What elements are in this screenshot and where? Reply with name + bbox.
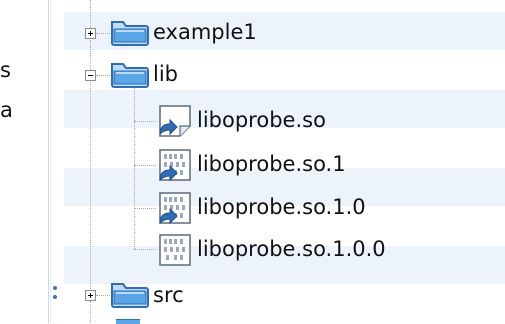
tree-row-partial [64,315,505,324]
tree-guide-line [134,208,156,209]
tree-item-label[interactable]: liboprobe.so.1.0.0 [197,236,386,262]
tree-guide-line [90,82,91,289]
expand-button[interactable] [85,28,96,39]
tree-item-label[interactable]: liboprobe.so.1.0 [197,194,366,220]
tree-guide-line [134,165,156,166]
folder-open-icon [111,63,149,88]
tree-guide-line [90,40,91,70]
binary-file-icon [159,234,191,266]
tree-guide-line [134,88,135,249]
tree-guide-line [90,0,91,28]
tree-item-label[interactable]: src [153,282,184,308]
tree-guide-line [96,75,110,76]
tree-item-label[interactable]: example1 [153,19,257,45]
tree-guide-line [134,249,156,250]
tree-item-label[interactable]: lib [153,61,178,87]
tree-guide-line [96,33,110,34]
symlink-file-icon [159,105,191,137]
collapse-button[interactable] [85,70,96,81]
file-tree[interactable]: example1 lib liboprobe.so liboprobe.so.1 [0,0,505,324]
tree-guide-line [134,121,156,122]
expand-button[interactable] [85,290,96,301]
folder-icon [111,21,149,46]
symlink-binary-icon [159,192,191,225]
tree-guide-line [96,295,110,296]
tree-item-label[interactable]: liboprobe.so.1 [197,151,346,177]
folder-icon [116,319,140,324]
tree-item-label[interactable]: liboprobe.so [197,107,326,133]
symlink-binary-icon [159,149,191,182]
folder-icon [111,283,149,308]
